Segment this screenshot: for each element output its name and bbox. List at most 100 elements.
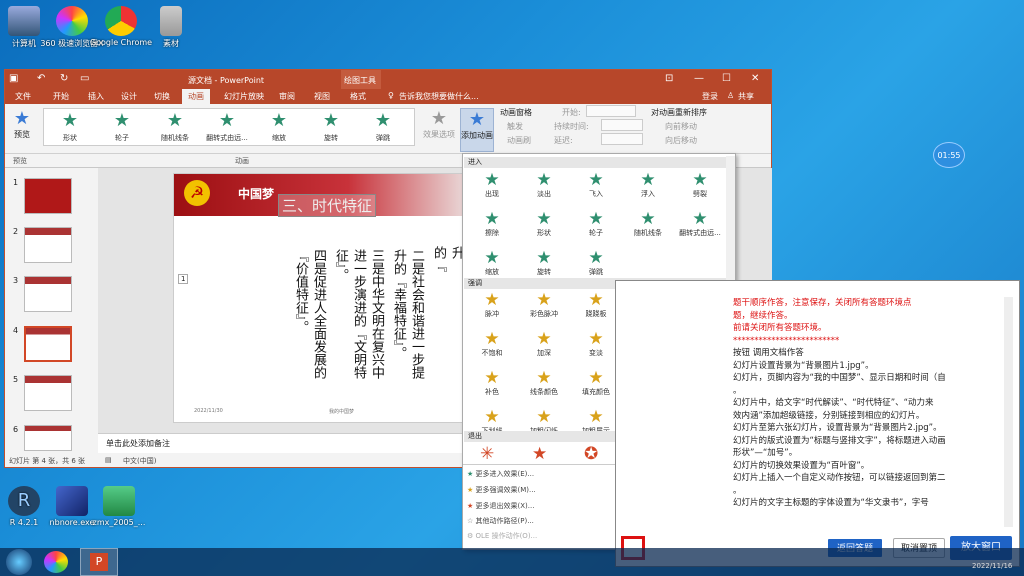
tab-home[interactable]: 开始 [53,91,69,102]
slide-thumbnail[interactable] [24,227,72,263]
duration-input[interactable] [601,119,643,131]
start-select[interactable] [586,105,636,117]
bounce-effect-icon[interactable]: ★ [372,112,394,130]
slide-thumbnail[interactable] [24,178,72,214]
maximize-button[interactable]: ☐ [722,73,731,84]
exit-effect-icon[interactable]: ✳ [480,444,494,464]
slide-title[interactable]: 三、时代特征 [278,194,377,217]
random-bars-effect-icon[interactable]: ★ [164,112,186,130]
ole-action-verbs[interactable]: ⚙ OLE 操作动作(O)... [467,531,537,541]
taskbar-powerpoint-button[interactable]: P [80,548,118,576]
grow-turn-effect-icon[interactable]: ★ [216,112,238,130]
move-later-button[interactable]: 向后移动 [665,135,697,146]
other-motion-paths[interactable]: ☆ 其他动作路径(P)... [467,516,534,526]
close-button[interactable]: ✕ [751,73,759,84]
enter-effect-item[interactable]: ★ 轮子 [571,210,621,238]
folder-icon [160,6,182,36]
star-icon: ★ [484,209,500,229]
tab-review[interactable]: 审阅 [279,91,295,102]
slide-thumbnail-selected[interactable] [24,326,72,362]
desktop-icon-zmx[interactable]: zmx_2005_... [84,486,154,527]
zoom-effect-icon[interactable]: ★ [268,112,290,130]
floating-clock-bubble[interactable]: 01:55 [933,142,965,168]
emph-effect-item[interactable]: ★ 不饱和 [467,330,517,358]
language-indicator[interactable]: 中文(中国) [123,456,156,466]
exit-effect-icon[interactable]: ★ [532,444,547,464]
enter-effect-item[interactable]: ★ 缩放 [467,249,517,277]
tell-me-input[interactable]: 告诉我您想要做什么... [399,91,479,102]
star-icon: ★ [536,329,552,349]
instruction-line: 幻灯片上插入一个自定义动作按钮，可以链接返回到第二 [733,473,946,483]
enter-effect-item[interactable]: ★ 随机线条 [623,210,673,238]
tab-format[interactable]: 格式 [350,91,366,102]
enter-effect-item[interactable]: ★ 浮入 [623,171,673,199]
star-icon: ★ [536,170,552,190]
emph-effect-item[interactable]: ★ 彩色脉冲 [519,291,569,319]
tab-slideshow[interactable]: 幻灯片放映 [224,91,264,102]
minimize-button[interactable]: — [694,73,704,84]
tab-insert[interactable]: 插入 [88,91,104,102]
undo-icon[interactable]: ↶ [37,73,45,84]
save-icon[interactable]: ▣ [9,73,18,84]
tab-file[interactable]: 文件 [15,91,31,102]
emph-effect-item[interactable]: ★ 跷跷板 [571,291,621,319]
r-icon: R [8,486,40,516]
preview-button[interactable]: ★ 预览 [9,108,35,140]
trigger-button[interactable]: 触发 [507,121,523,132]
animation-painter-button[interactable]: 动画刷 [507,135,531,146]
animation-pane-button[interactable]: 动画窗格 [500,107,532,118]
redo-icon[interactable]: ↻ [60,73,68,84]
more-emphasis-effects[interactable]: ★ 更多强调效果(M)... [467,485,536,495]
tab-design[interactable]: 设计 [121,91,137,102]
more-exit-effects[interactable]: ★ 更多退出效果(X)... [467,501,534,511]
emph-effect-item[interactable]: ★ 填充颜色 [571,369,621,397]
slide-thumbnail[interactable] [24,276,72,312]
add-animation-button[interactable]: ★ 添加动画 [460,108,494,152]
delay-input[interactable] [601,133,643,145]
enter-effect-item[interactable]: ★ 劈裂 [675,171,725,199]
effect-options-button[interactable]: ★ 效果选项 [421,108,457,140]
more-entrance-effects[interactable]: ★ 更多进入效果(E)... [467,469,534,479]
emph-effect-item[interactable]: ★ 补色 [467,369,517,397]
slide-canvas[interactable]: ☭ 中国梦 三、时代特征 1 升的『 二是社会和谐进一步提 升的『幸福特征』。 … [173,173,463,423]
enter-effect-item[interactable]: ★ 擦除 [467,210,517,238]
emph-effect-item[interactable]: ★ 变淡 [571,330,621,358]
move-earlier-button[interactable]: 向前移动 [665,121,697,132]
star-icon: ★ [588,290,604,310]
ribbon-display-button[interactable]: ⊡ [665,73,673,84]
share-button[interactable]: 共享 [738,91,754,102]
enter-effect-item[interactable]: ★ 形状 [519,210,569,238]
emph-effect-item[interactable]: ★ 加深 [519,330,569,358]
start-button[interactable] [6,549,32,575]
enter-effect-item[interactable]: ★ 旋转 [519,249,569,277]
taskbar-360-icon[interactable] [44,551,68,573]
emph-effect-item[interactable]: ★ 脉冲 [467,291,517,319]
tab-transitions[interactable]: 切换 [154,91,170,102]
shape-effect-icon[interactable]: ★ [59,112,81,130]
spellcheck-icon[interactable]: ▤ [105,456,112,464]
title-bar: ▣ ↶ ↻ ▭ 源文档 - PowerPoint 绘图工具 ⊡ — ☐ ✕ [5,70,771,89]
enter-effect-item[interactable]: ★ 翻转式由远... [675,210,725,238]
instruction-line: 按钮 调用文档作答 [733,348,804,358]
slide-thumbnail[interactable] [24,425,72,451]
swivel-effect-icon[interactable]: ★ [320,112,342,130]
start-slideshow-icon[interactable]: ▭ [80,73,89,84]
tab-animations[interactable]: 动画 [182,89,210,104]
user-icon: ♙ [727,91,735,100]
tab-view[interactable]: 视图 [314,91,330,102]
wheel-effect-icon[interactable]: ★ [111,112,133,130]
sign-in-link[interactable]: 登录 [702,91,718,102]
emph-effect-item[interactable]: ★ 线条颜色 [519,369,569,397]
instructions-scrollbar[interactable] [1004,297,1013,527]
enter-effect-item[interactable]: ★ 飞入 [571,171,621,199]
slide-thumbnail[interactable] [24,375,72,411]
desktop-icon-materials[interactable]: 素材 [136,6,206,49]
enter-effect-item[interactable]: ★ 出现 [467,171,517,199]
taskbar-date: 2022/11/16 [972,562,1013,570]
effect-options-icon: ★ [430,108,448,129]
animation-order-tag[interactable]: 1 [178,274,189,284]
enter-effect-item[interactable]: ★ 淡出 [519,171,569,199]
exit-effect-icon[interactable]: ✪ [584,444,598,464]
enter-effect-item[interactable]: ★ 弹跳 [571,249,621,277]
star-icon: ★ [692,170,708,190]
